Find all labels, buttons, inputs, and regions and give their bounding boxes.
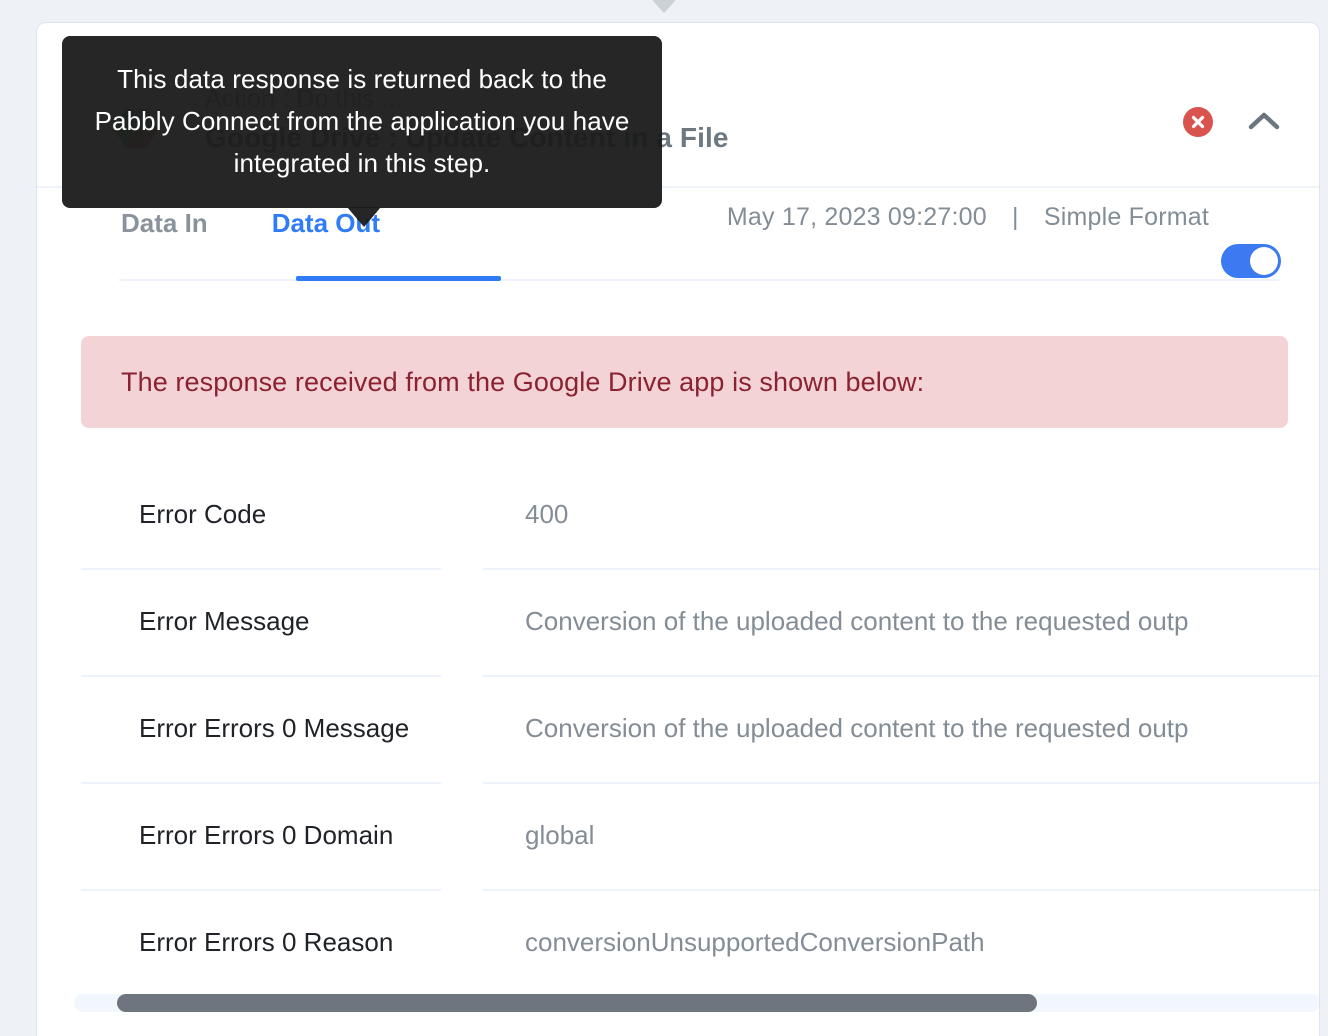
active-tab-underline: [296, 276, 501, 281]
table-row: Error Errors 0 Message Conversion of the…: [81, 675, 1319, 782]
horizontal-scrollbar-track[interactable]: [74, 994, 1319, 1012]
info-tooltip: This data response is returned back to t…: [62, 36, 662, 227]
header-actions: [1183, 107, 1281, 137]
table-row: Error Message Conversion of the uploaded…: [81, 568, 1319, 675]
row-value: global: [525, 820, 595, 850]
row-value: Conversion of the uploaded content to th…: [525, 713, 1189, 743]
row-value: conversionUnsupportedConversionPath: [525, 927, 985, 957]
response-timestamp: May 17, 2023 09:27:00: [726, 203, 987, 231]
simple-format-toggle[interactable]: [1221, 244, 1281, 278]
response-format-label[interactable]: Simple Format: [1044, 203, 1209, 231]
error-status-badge[interactable]: [1183, 107, 1213, 137]
row-key: Error Errors 0 Reason: [139, 927, 394, 957]
response-alert-text: The response received from the Google Dr…: [121, 366, 925, 397]
tabs-divider: [119, 279, 1279, 281]
row-key: Error Errors 0 Domain: [139, 820, 394, 850]
meta-separator: |: [1012, 203, 1019, 231]
table-row: Error Errors 0 Domain global: [81, 782, 1319, 889]
response-alert-banner: The response received from the Google Dr…: [81, 336, 1288, 428]
chevron-up-icon[interactable]: [1247, 109, 1281, 135]
close-icon: [1191, 115, 1205, 129]
data-out-table: Error Code 400 Error Message Conversion …: [81, 461, 1319, 996]
row-key: Error Code: [139, 499, 267, 529]
response-meta: May 17, 2023 09:27:00 | Simple Format: [727, 203, 1209, 232]
step-down-arrow-icon: [644, 0, 684, 13]
row-value: Conversion of the uploaded content to th…: [525, 606, 1189, 636]
info-tooltip-text: This data response is returned back to t…: [94, 64, 630, 178]
row-value: 400: [525, 499, 569, 529]
table-row: Error Code 400: [81, 461, 1319, 568]
top-background-strip: [0, 0, 1328, 22]
horizontal-scrollbar-thumb[interactable]: [117, 994, 1037, 1012]
tooltip-arrow: [347, 207, 381, 227]
row-key: Error Message: [139, 606, 310, 636]
table-row: Error Errors 0 Reason conversionUnsuppor…: [81, 889, 1319, 996]
row-key: Error Errors 0 Message: [139, 713, 410, 743]
toggle-knob: [1250, 247, 1278, 275]
